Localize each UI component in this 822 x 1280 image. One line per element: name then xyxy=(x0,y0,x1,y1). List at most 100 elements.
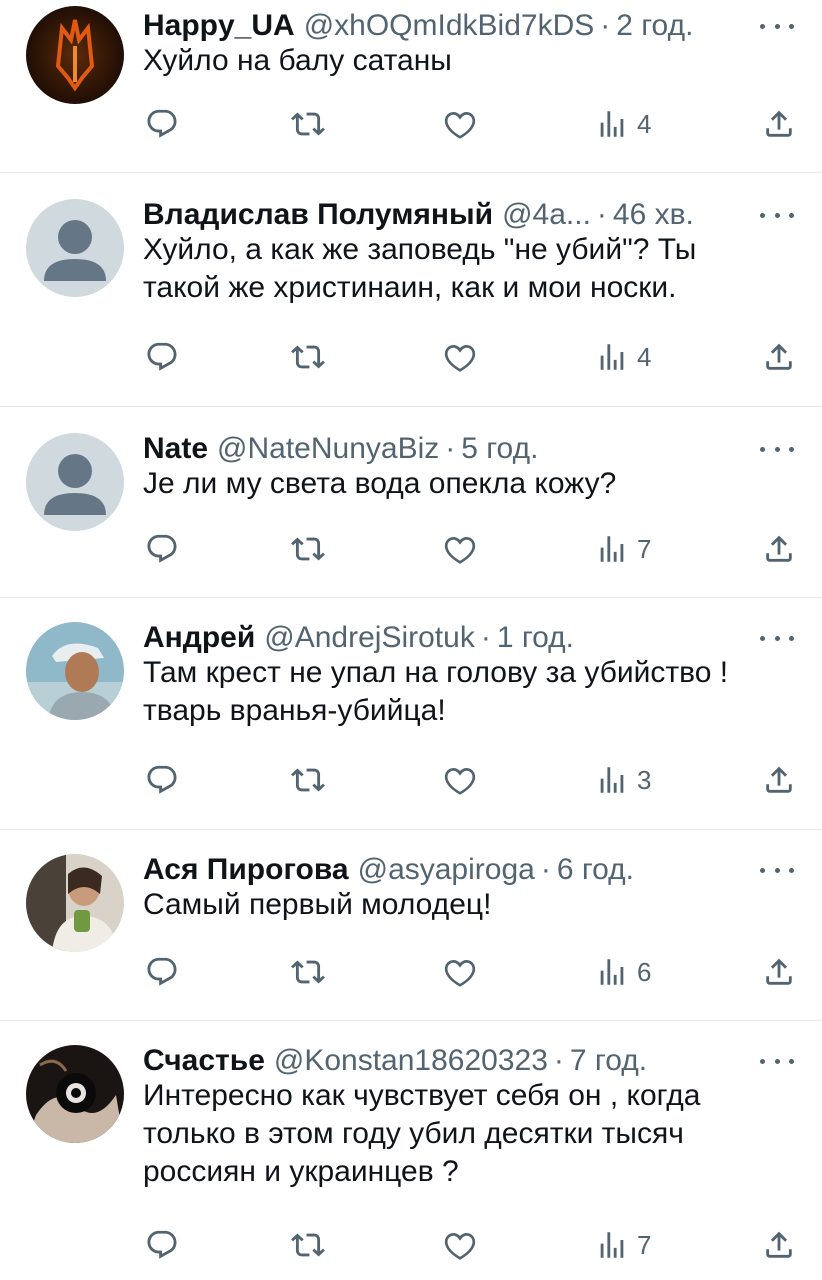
user-handle[interactable]: @asyapiroga xyxy=(358,850,535,890)
more-icon[interactable] xyxy=(760,195,794,235)
separator-dot: · xyxy=(480,621,491,654)
tweet-text-line: Је ли му света вода опекла кожу? xyxy=(143,467,617,500)
like-button[interactable] xyxy=(443,337,477,377)
views-count: 4 xyxy=(637,108,652,139)
tweet-header: Владислав Полумяный @4a... · 46 хв. xyxy=(143,195,798,235)
action-bar: 4 xyxy=(143,104,798,144)
timestamp[interactable]: 2 год. xyxy=(616,6,693,46)
separator-dot: · xyxy=(540,853,551,886)
tweet[interactable]: Счастье @Konstan18620323 · 7 год. Интере… xyxy=(0,1021,822,1280)
share-button[interactable] xyxy=(762,760,796,800)
display-name[interactable]: Nate xyxy=(143,429,208,469)
views-icon xyxy=(600,536,624,562)
views-icon xyxy=(600,767,624,793)
tweet-text: Хуйло, а как же заповедь "не убий"? Ты т… xyxy=(143,231,798,307)
avatar[interactable] xyxy=(26,622,124,720)
views-icon xyxy=(600,111,624,137)
timestamp[interactable]: 7 год. xyxy=(570,1041,647,1081)
like-button[interactable] xyxy=(443,529,477,569)
tweet-text: Је ли му света вода опекла кожу? xyxy=(143,465,798,503)
views-button[interactable]: 4 xyxy=(595,104,651,144)
reply-feed: Happy_UA @xhOQmIdkBid7kDS · 2 год. Хуйло… xyxy=(0,0,822,1280)
tweet[interactable]: Андрей @AndrejSirotuk · 1 год. Там крест… xyxy=(0,598,822,830)
share-icon xyxy=(766,110,792,137)
share-icon xyxy=(766,958,792,985)
share-button[interactable] xyxy=(762,337,796,377)
user-handle[interactable]: @xhOQmIdkBid7kDS xyxy=(304,6,595,46)
reply-button[interactable] xyxy=(145,529,179,569)
retweet-icon xyxy=(291,112,325,136)
reply-button[interactable] xyxy=(145,104,179,144)
views-button[interactable]: 4 xyxy=(595,337,651,377)
more-icon[interactable] xyxy=(760,618,794,658)
like-button[interactable] xyxy=(443,1225,477,1265)
retweet-button[interactable] xyxy=(291,952,325,992)
reply-button[interactable] xyxy=(145,760,179,800)
timestamp[interactable]: 46 хв. xyxy=(613,195,694,235)
share-icon xyxy=(766,1231,792,1258)
tweet-text: Хуйло на балу сатаны xyxy=(143,42,798,80)
timestamp[interactable]: 5 год. xyxy=(461,429,538,469)
views-count: 7 xyxy=(637,1229,652,1260)
like-icon xyxy=(444,959,476,987)
tweet-text-line: только в этом году убил десятки тысяч xyxy=(143,1117,684,1150)
share-button[interactable] xyxy=(762,529,796,569)
share-button[interactable] xyxy=(762,952,796,992)
tweet[interactable]: Владислав Полумяный @4a... · 46 хв. Хуйл… xyxy=(0,173,822,407)
tweet[interactable]: Nate @NateNunyaBiz · 5 год. Је ли му све… xyxy=(0,407,822,598)
separator-dot: · xyxy=(553,1044,564,1077)
profile-photo xyxy=(26,622,124,720)
reply-button[interactable] xyxy=(145,952,179,992)
tweet[interactable]: Ася Пирогова @asyapiroga · 6 год. Самый … xyxy=(0,830,822,1021)
avatar[interactable] xyxy=(26,433,124,531)
retweet-button[interactable] xyxy=(291,760,325,800)
tweet-header: Счастье @Konstan18620323 · 7 год. xyxy=(143,1041,798,1081)
retweet-button[interactable] xyxy=(291,104,325,144)
views-button[interactable]: 6 xyxy=(595,952,651,992)
retweet-button[interactable] xyxy=(291,337,325,377)
more-icon[interactable] xyxy=(760,1041,794,1081)
avatar[interactable] xyxy=(26,199,124,297)
like-button[interactable] xyxy=(443,952,477,992)
reply-button[interactable] xyxy=(145,1225,179,1265)
display-name[interactable]: Happy_UA xyxy=(143,6,295,46)
more-icon[interactable] xyxy=(760,850,794,890)
action-bar: 4 xyxy=(143,337,798,377)
tweet-header: Happy_UA @xhOQmIdkBid7kDS · 2 год. xyxy=(143,6,798,46)
retweet-icon xyxy=(291,537,325,561)
views-button[interactable]: 7 xyxy=(595,1225,651,1265)
views-button[interactable]: 7 xyxy=(595,529,651,569)
timestamp[interactable]: 6 год. xyxy=(557,850,634,890)
user-handle[interactable]: @AndrejSirotuk xyxy=(264,618,475,658)
avatar[interactable] xyxy=(26,1045,124,1143)
user-handle[interactable]: @Konstan18620323 xyxy=(274,1041,548,1081)
avatar[interactable] xyxy=(26,6,124,104)
reply-icon xyxy=(147,109,177,138)
tweet-text-line: россиян и украинцев ? xyxy=(143,1155,459,1188)
like-button[interactable] xyxy=(443,104,477,144)
tweet[interactable]: Happy_UA @xhOQmIdkBid7kDS · 2 год. Хуйло… xyxy=(0,0,822,173)
share-button[interactable] xyxy=(762,1225,796,1265)
reply-icon xyxy=(147,534,177,563)
like-button[interactable] xyxy=(443,760,477,800)
display-name[interactable]: Владислав Полумяный xyxy=(143,195,493,235)
reply-icon xyxy=(147,342,177,371)
default-avatar-image xyxy=(26,199,124,297)
retweet-button[interactable] xyxy=(291,529,325,569)
timestamp[interactable]: 1 год. xyxy=(497,618,574,658)
retweet-button[interactable] xyxy=(291,1225,325,1265)
share-button[interactable] xyxy=(762,104,796,144)
more-icon[interactable] xyxy=(760,429,794,469)
display-name[interactable]: Счастье xyxy=(143,1041,265,1081)
reply-button[interactable] xyxy=(145,337,179,377)
retweet-icon xyxy=(291,1233,325,1257)
display-name[interactable]: Андрей xyxy=(143,618,255,658)
avatar[interactable] xyxy=(26,854,124,952)
user-handle[interactable]: @NateNunyaBiz xyxy=(217,429,439,469)
views-button[interactable]: 3 xyxy=(595,760,651,800)
tweet-header: Nate @NateNunyaBiz · 5 год. xyxy=(143,429,798,469)
user-handle[interactable]: @4a... xyxy=(502,195,591,235)
more-icon[interactable] xyxy=(760,6,794,46)
like-icon xyxy=(444,767,476,795)
display-name[interactable]: Ася Пирогова xyxy=(143,850,349,890)
